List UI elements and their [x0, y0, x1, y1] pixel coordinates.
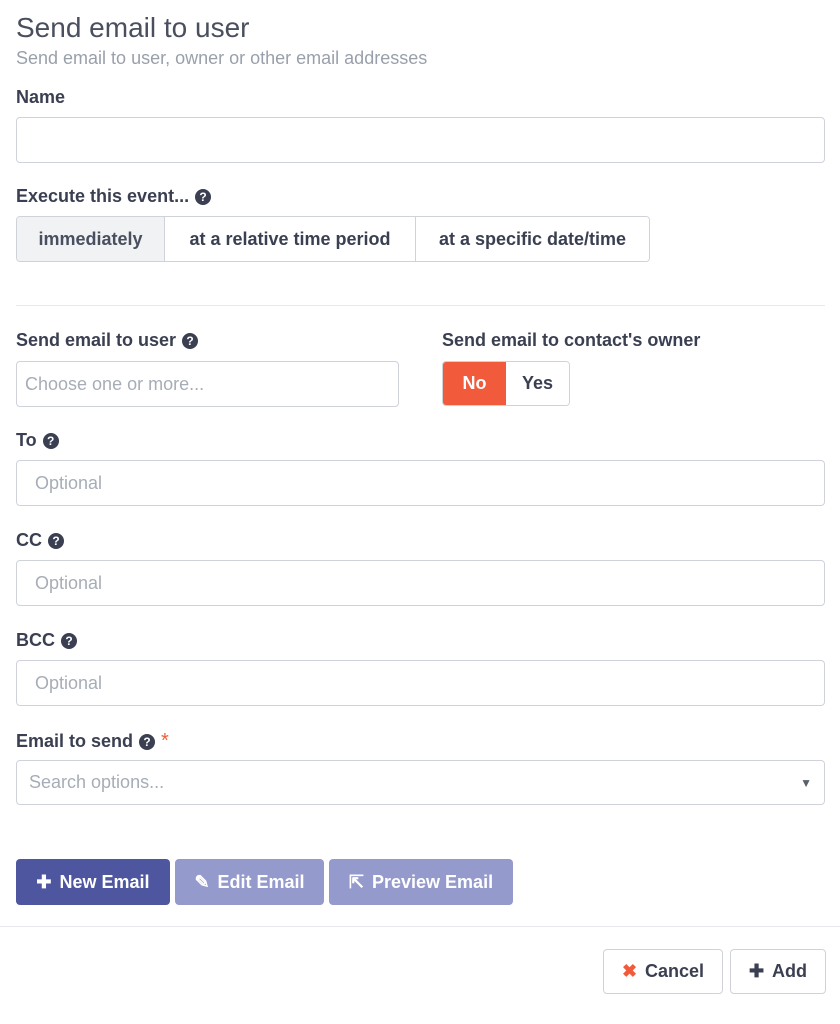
execute-label-text: Execute this event...: [16, 186, 190, 206]
preview-email-button[interactable]: ⇱ Preview Email: [329, 859, 513, 905]
bcc-input[interactable]: [16, 660, 825, 706]
question-circle-icon[interactable]: ?: [42, 432, 59, 449]
send-user-label: Send email to user ?: [16, 330, 199, 351]
name-label-text: Name: [16, 87, 66, 107]
question-circle-icon[interactable]: ?: [48, 532, 64, 549]
execute-label: Execute this event... ?: [16, 186, 212, 207]
send-user-label-text: Send email to user: [16, 330, 177, 350]
edit-email-button[interactable]: ✎ Edit Email: [175, 859, 324, 905]
plus-icon: ✚: [748, 961, 765, 981]
new-email-label: New Email: [59, 871, 150, 892]
execute-option-specific[interactable]: at a specific date/time: [416, 217, 649, 261]
question-circle-icon[interactable]: ?: [61, 632, 77, 649]
preview-email-label: Preview Email: [372, 871, 494, 892]
question-circle-icon[interactable]: ?: [182, 332, 199, 349]
required-marker: *: [161, 730, 169, 752]
name-input[interactable]: [16, 117, 825, 163]
external-link-icon: ⇱: [348, 871, 364, 892]
email-select[interactable]: Search options... ▼: [16, 760, 825, 805]
owner-toggle: No Yes: [442, 361, 570, 406]
add-label: Add: [772, 961, 808, 981]
execute-segmented-control: immediately at a relative time period at…: [16, 216, 650, 262]
bcc-label-text: BCC: [16, 630, 55, 650]
new-email-button[interactable]: ✚ New Email: [16, 859, 170, 905]
send-user-input[interactable]: [16, 361, 399, 407]
email-label-text: Email to send: [16, 731, 134, 751]
page-subtitle: Send email to user, owner or other email…: [16, 48, 428, 68]
execute-option-immediately[interactable]: immediately: [17, 217, 165, 261]
plus-icon: ✚: [36, 871, 52, 892]
edit-email-label: Edit Email: [217, 871, 305, 892]
to-label-text: To: [16, 430, 37, 450]
cc-input[interactable]: [16, 560, 825, 606]
add-button[interactable]: ✚ Add: [730, 949, 826, 994]
to-input[interactable]: [16, 460, 825, 506]
footer-divider: [0, 926, 840, 927]
execute-option-relative[interactable]: at a relative time period: [165, 217, 416, 261]
cancel-label: Cancel: [645, 961, 705, 981]
bcc-label: BCC ?: [16, 630, 77, 651]
owner-toggle-no[interactable]: No: [443, 362, 506, 405]
name-label: Name: [16, 87, 65, 108]
edit-icon: ✎: [194, 871, 210, 892]
email-select-placeholder: Search options...: [29, 772, 165, 792]
cc-label: CC ?: [16, 530, 64, 551]
cancel-button[interactable]: ✖ Cancel: [603, 949, 723, 994]
owner-toggle-yes[interactable]: Yes: [506, 362, 569, 405]
email-label: Email to send ? *: [16, 730, 169, 753]
to-label: To ?: [16, 430, 59, 451]
question-circle-icon[interactable]: ?: [195, 188, 212, 205]
cc-label-text: CC: [16, 530, 42, 550]
caret-down-icon: ▼: [800, 775, 812, 790]
page-title: Send email to user: [16, 12, 250, 43]
close-icon: ✖: [621, 961, 638, 981]
question-circle-icon[interactable]: ?: [139, 733, 156, 750]
owner-label-text: Send email to contact's owner: [442, 330, 701, 350]
owner-label: Send email to contact's owner: [442, 330, 700, 351]
divider: [16, 305, 825, 306]
